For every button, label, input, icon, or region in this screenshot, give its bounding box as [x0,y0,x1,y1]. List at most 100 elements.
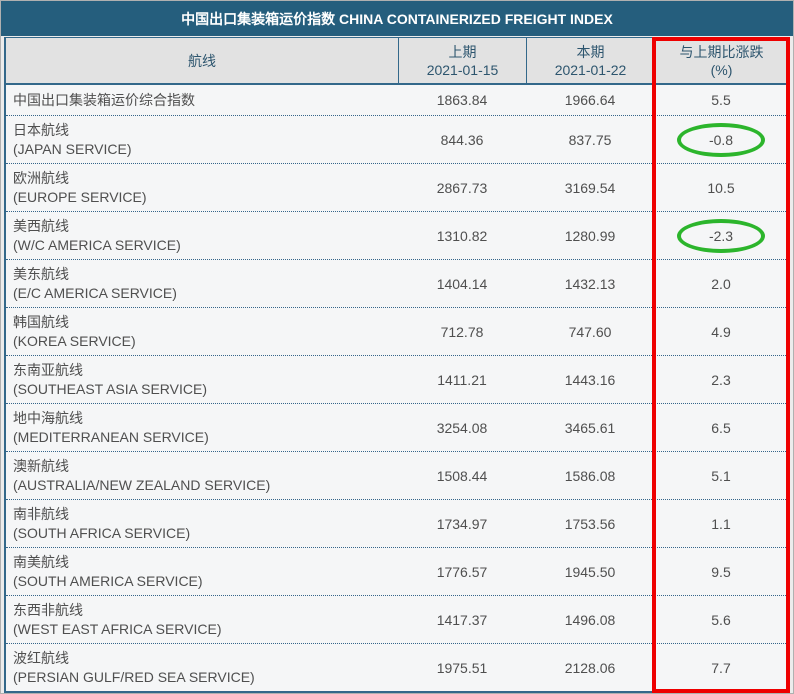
route-cell: 东西非航线 (WEST EAST AFRICA SERVICE) [6,596,398,643]
route-name-en: (SOUTH AFRICA SERVICE) [13,524,190,543]
curr-period-date: 2021-01-22 [555,61,627,79]
change-value: 5.1 [711,468,730,484]
current-period-value: 1443.16 [526,356,654,403]
route-name-cn: 欧洲航线 [13,169,69,188]
ccfi-table: 航线 上期 2021-01-15 本期 2021-01-22 与上期比涨跌 (%… [4,37,790,693]
prev-period-value: 1417.37 [398,596,526,643]
route-name-cn: 中国出口集装箱运价综合指数 [13,91,195,110]
table-row: 南美航线 (SOUTH AMERICA SERVICE) 1776.57 194… [6,547,788,595]
table-row: 澳新航线 (AUSTRALIA/NEW ZEALAND SERVICE) 150… [6,451,788,499]
col-header-route: 航线 [6,38,398,83]
route-name-en: (W/C AMERICA SERVICE) [13,236,181,255]
route-cell: 欧洲航线 (EUROPE SERVICE) [6,164,398,211]
change-value: 5.5 [711,92,730,108]
change-cell: 2.0 [654,260,788,307]
table-row: 南非航线 (SOUTH AFRICA SERVICE) 1734.97 1753… [6,499,788,547]
current-period-value: 1966.64 [526,85,654,115]
change-value-circled: -2.3 [677,219,765,253]
table-row: 美西航线 (W/C AMERICA SERVICE) 1310.82 1280.… [6,211,788,259]
route-name-cn: 韩国航线 [13,313,69,332]
prev-period-value: 1508.44 [398,452,526,499]
route-cell: 澳新航线 (AUSTRALIA/NEW ZEALAND SERVICE) [6,452,398,499]
prev-period-value: 2867.73 [398,164,526,211]
route-name-en: (PERSIAN GULF/RED SEA SERVICE) [13,668,255,687]
table-header-row: 航线 上期 2021-01-15 本期 2021-01-22 与上期比涨跌 (%… [6,38,788,85]
change-cell: 5.5 [654,85,788,115]
route-name-en: (JAPAN SERVICE) [13,140,132,159]
table-row: 日本航线 (JAPAN SERVICE) 844.36 837.75 -0.8 [6,115,788,163]
prev-period-value: 1975.51 [398,644,526,691]
change-cell: 2.3 [654,356,788,403]
current-period-value: 1945.50 [526,548,654,595]
prev-period-date: 2021-01-15 [427,61,499,79]
current-period-value: 3465.61 [526,404,654,451]
prev-period-value: 1863.84 [398,85,526,115]
route-name-en: (SOUTHEAST ASIA SERVICE) [13,380,207,399]
current-period-value: 1496.08 [526,596,654,643]
prev-period-value: 712.78 [398,308,526,355]
route-cell: 美西航线 (W/C AMERICA SERVICE) [6,212,398,259]
route-name-cn: 日本航线 [13,121,69,140]
change-unit: (%) [711,61,733,79]
route-name-cn: 南非航线 [13,505,69,524]
current-period-value: 1586.08 [526,452,654,499]
change-cell: 7.7 [654,644,788,691]
route-name-cn: 东西非航线 [13,601,83,620]
table-row: 中国出口集装箱运价综合指数 1863.84 1966.64 5.5 [6,85,788,115]
route-cell: 韩国航线 (KOREA SERVICE) [6,308,398,355]
change-cell: -0.8 [654,116,788,163]
route-cell: 地中海航线 (MEDITERRANEAN SERVICE) [6,404,398,451]
route-name-cn: 澳新航线 [13,457,69,476]
change-value: 5.6 [711,612,730,628]
table-row: 东西非航线 (WEST EAST AFRICA SERVICE) 1417.37… [6,595,788,643]
prev-period-value: 1310.82 [398,212,526,259]
route-name-cn: 美西航线 [13,217,69,236]
prev-period-value: 1776.57 [398,548,526,595]
change-cell: 6.5 [654,404,788,451]
col-header-change: 与上期比涨跌 (%) [654,38,788,83]
change-cell: 10.5 [654,164,788,211]
route-name-en: (E/C AMERICA SERVICE) [13,284,177,303]
change-value: 10.5 [707,180,734,196]
route-name-en: (MEDITERRANEAN SERVICE) [13,428,209,447]
change-value: 2.3 [711,372,730,388]
change-cell: 1.1 [654,500,788,547]
ccfi-page: 中国出口集装箱运价指数 CHINA CONTAINERIZED FREIGHT … [0,0,794,694]
change-cell: 5.1 [654,452,788,499]
prev-period-value: 1734.97 [398,500,526,547]
route-name-cn: 美东航线 [13,265,69,284]
change-cell: 5.6 [654,596,788,643]
route-name-en: (KOREA SERVICE) [13,332,136,351]
table-row: 美东航线 (E/C AMERICA SERVICE) 1404.14 1432.… [6,259,788,307]
prev-period-value: 844.36 [398,116,526,163]
change-cell: 4.9 [654,308,788,355]
current-period-value: 837.75 [526,116,654,163]
col-header-prev-period: 上期 2021-01-15 [398,38,526,83]
route-name-cn: 南美航线 [13,553,69,572]
route-name-en: (EUROPE SERVICE) [13,188,147,207]
route-name-cn: 东南亚航线 [13,361,83,380]
route-cell: 波红航线 (PERSIAN GULF/RED SEA SERVICE) [6,644,398,691]
table-row: 韩国航线 (KOREA SERVICE) 712.78 747.60 4.9 [6,307,788,355]
change-value: 6.5 [711,420,730,436]
current-period-value: 1432.13 [526,260,654,307]
change-value: 1.1 [711,516,730,532]
change-cell: 9.5 [654,548,788,595]
col-header-curr-period: 本期 2021-01-22 [526,38,654,83]
table-row: 东南亚航线 (SOUTHEAST ASIA SERVICE) 1411.21 1… [6,355,788,403]
change-value-circled: -0.8 [677,123,765,157]
current-period-value: 1280.99 [526,212,654,259]
current-period-value: 747.60 [526,308,654,355]
route-name-en: (AUSTRALIA/NEW ZEALAND SERVICE) [13,476,270,495]
change-label: 与上期比涨跌 [680,43,764,61]
prev-period-value: 1404.14 [398,260,526,307]
prev-period-value: 3254.08 [398,404,526,451]
current-period-value: 3169.54 [526,164,654,211]
prev-period-label: 上期 [449,43,477,61]
route-name-en: (WEST EAST AFRICA SERVICE) [13,620,222,639]
route-cell: 南非航线 (SOUTH AFRICA SERVICE) [6,500,398,547]
current-period-value: 2128.06 [526,644,654,691]
current-period-value: 1753.56 [526,500,654,547]
page-title: 中国出口集装箱运价指数 CHINA CONTAINERIZED FREIGHT … [1,1,793,36]
change-cell: -2.3 [654,212,788,259]
